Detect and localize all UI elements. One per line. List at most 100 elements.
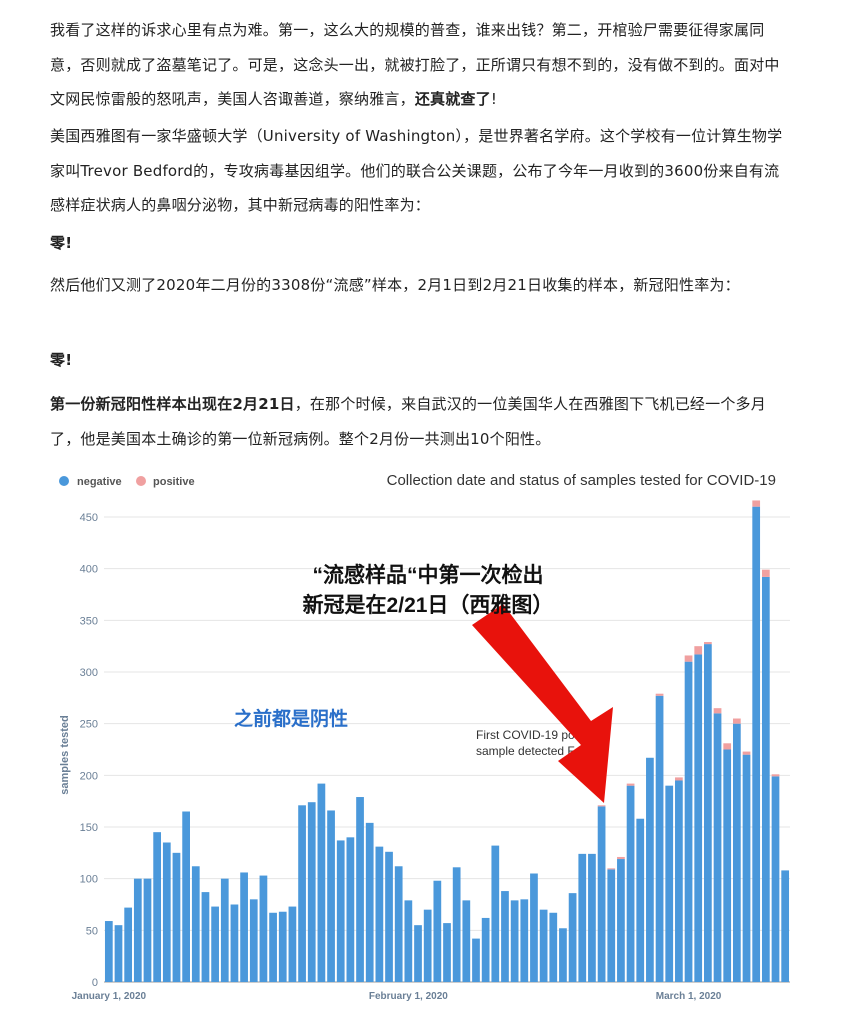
bar-negative [597,806,606,982]
bar-positive [684,655,693,662]
bar-negative [742,754,751,982]
legend-negative-swatch [59,476,69,486]
x-tick-label: January 1, 2020 [72,991,147,1002]
bar-positive [761,569,770,577]
bar-negative [491,845,500,982]
bar-negative [646,757,654,982]
bar-negative [530,873,538,982]
bar-positive [597,805,606,807]
bar-negative [771,776,780,982]
bar-negative [240,872,248,982]
bar-negative [182,811,190,982]
bar-negative [230,904,239,982]
bar-negative [636,818,645,982]
bar-positive [694,646,703,655]
paragraph-1-end: ! [490,90,498,108]
bar-negative [704,644,712,982]
bar-negative [694,654,703,982]
bar-negative [404,900,413,982]
bar-negative [375,846,384,982]
bar-negative [414,925,422,982]
bar-negative [761,576,770,982]
bar-negative [327,810,335,982]
bar-negative [423,909,432,982]
x-tick-label: March 1, 2020 [656,991,722,1002]
bar-negative [684,661,693,982]
bar-negative [114,925,123,982]
y-tick-label: 100 [80,874,98,886]
bar-positive [626,783,635,786]
bar-negative [307,802,316,982]
bar-negative [626,785,635,982]
bar-negative [559,928,567,982]
bar-negative [259,875,268,982]
bar-negative [675,780,683,982]
bar-negative [549,912,558,982]
paragraph-1-bold: 还真就查了 [414,90,491,108]
paragraph-3-bold: 零! [50,234,73,252]
legend-positive-label: positive [153,476,195,488]
bar-negative [433,880,442,982]
bar-negative [665,785,674,982]
y-tick-label: 50 [86,925,98,937]
bar-negative [288,906,297,982]
y-tick-labels: 0 50 100 150 200 250 300 350 400 450 [80,512,98,989]
paragraph-2: 美国西雅图有一家华盛顿大学（University of Washington），… [50,127,783,214]
bar-negative [732,723,741,982]
annotation-before-negative: 之前都是阴性 [234,707,348,730]
chart-title: Collection date and status of samples te… [387,472,776,489]
bar-positive [607,868,616,870]
bar-positive [752,500,761,507]
bar-negative [539,909,548,982]
bar-negative [220,878,229,982]
bar-negative [191,866,200,982]
bar-negative [385,851,393,982]
paragraph-1: 我看了这样的诉求心里有点为难。第一，这么大的规模的普查，谁来出钱？第二，开棺验尸… [50,13,785,117]
bar-negative [617,859,625,982]
bar-negative [588,853,596,982]
bar-negative [607,869,616,982]
bar-negative [153,832,162,982]
y-tick-label: 250 [80,719,98,731]
paragraph-6: 第一份新冠阳性样本出现在2月21日，在那个时候，来自武汉的一位美国华人在西雅图下… [50,387,785,456]
bar-negative [365,822,374,982]
covid-samples-chart: 0 50 100 150 200 250 300 350 400 450 January 1, 2… [59,472,790,1002]
bar-negative [356,797,364,982]
bar-positive [723,743,732,750]
bar-negative [124,907,133,982]
bar-negative [723,749,732,982]
bar-negative [104,921,113,982]
paragraph-5: 零! [50,343,785,378]
bar-positive [742,751,751,755]
bar-negative [462,900,471,982]
bar-negative [201,892,210,982]
bar-negative [520,899,529,982]
bar-negative [317,783,326,982]
legend-negative-label: negative [77,476,122,488]
bar-negative [452,867,461,982]
bar-negative [752,506,761,982]
bar-positive [617,856,625,860]
bar-negative [443,923,451,982]
bar-negative [278,911,287,982]
y-tick-label: 300 [80,667,98,679]
bar-negative [298,805,306,982]
bar-negative [510,900,519,982]
bar-negative [143,878,152,982]
bar-positive [675,777,683,781]
bar-negative [578,853,587,982]
x-tick-labels: January 1, 2020 February 1, 2020 March 1, … [72,991,722,1002]
bar-positive [732,718,741,724]
paragraph-5-bold: 零! [50,351,73,369]
annotation-zh-line1: “流感样品“中第一次检出 [313,563,544,587]
y-tick-label: 150 [80,822,98,834]
bar-negative [249,899,258,982]
bar-negative [269,912,277,982]
bar-negative [568,893,577,982]
x-tick-label: February 1, 2020 [369,991,448,1002]
bar-negative [336,840,345,982]
paragraph-6-bold: 第一份新冠阳性样本出现在2月21日 [50,395,295,413]
paragraph-4: 然后他们又测了2020年二月份的3308份“流感”样本，2月1日到2月21日收集… [50,276,740,294]
bar-positive [713,708,722,714]
y-tick-label: 350 [80,615,98,627]
